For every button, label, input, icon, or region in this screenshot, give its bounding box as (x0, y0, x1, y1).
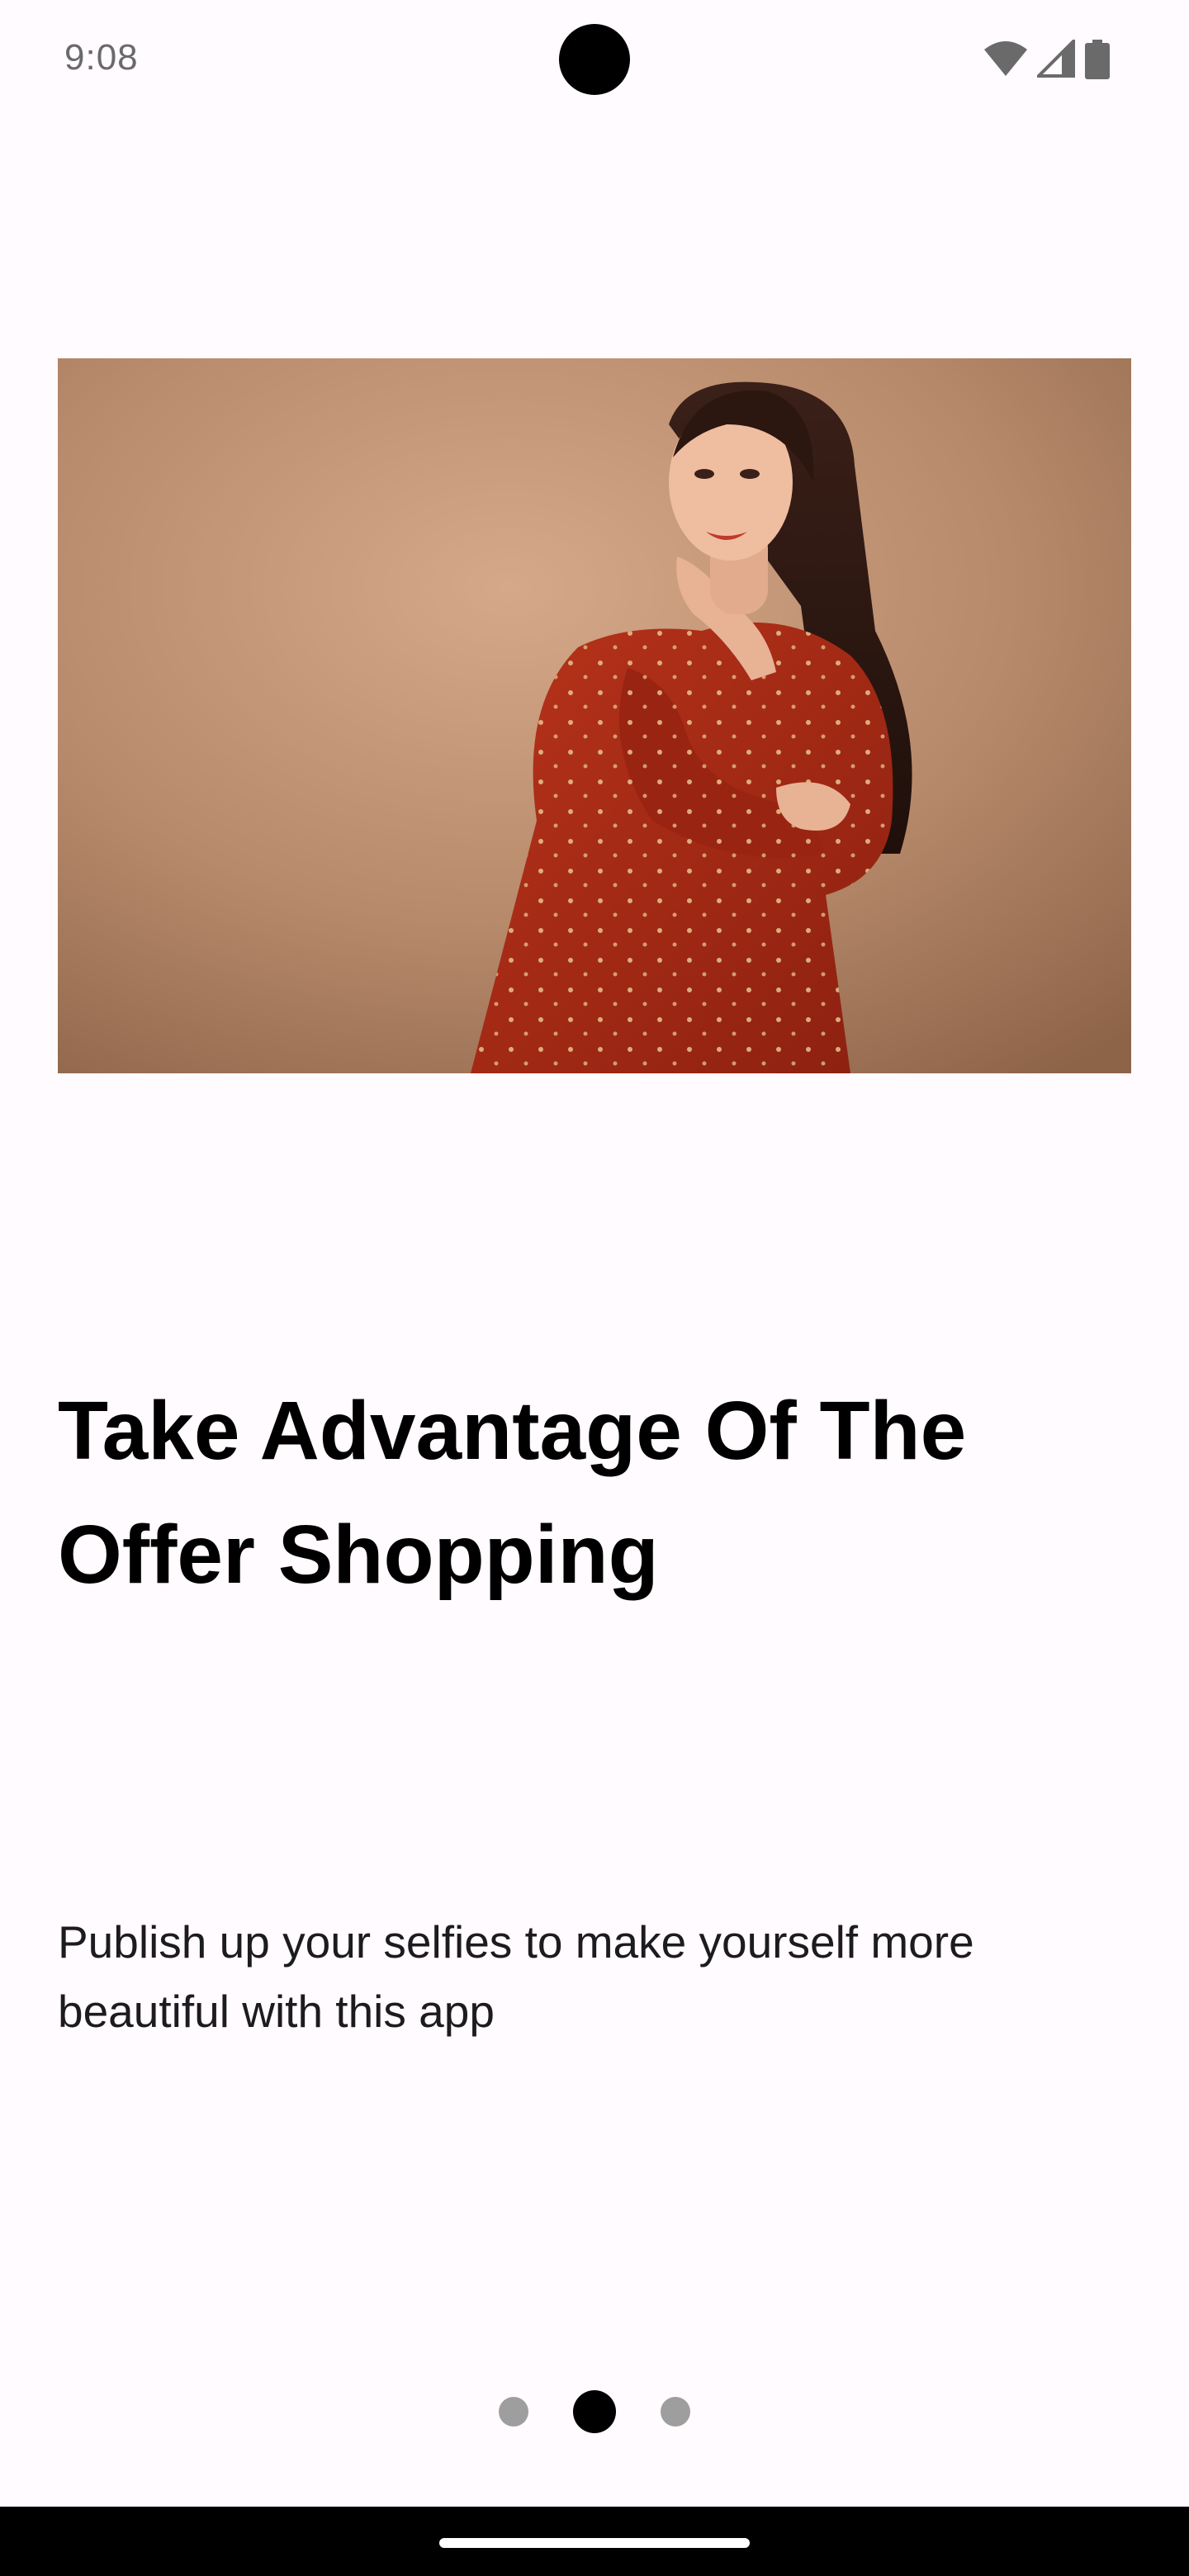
onboarding-title: Take Advantage Of The Offer Shopping (58, 1385, 967, 1601)
cellular-signal-icon (1035, 37, 1077, 79)
page-indicator-dot-1[interactable] (499, 2397, 528, 2427)
system-navigation-bar (0, 2507, 1189, 2576)
onboarding-description: Publish up your selfies to make yourself… (58, 1916, 974, 2037)
wifi-icon (983, 40, 1029, 79)
page-indicator-dot-3[interactable] (661, 2397, 690, 2427)
page-indicator (0, 2386, 1189, 2436)
home-gesture-handle[interactable] (439, 2538, 750, 2548)
battery-icon (1085, 40, 1110, 79)
status-time: 9:08 (64, 37, 139, 78)
hero-image (58, 358, 1131, 1073)
camera-cutout (559, 24, 630, 95)
page-indicator-dot-2-active[interactable] (573, 2390, 616, 2433)
status-icons (983, 37, 1110, 79)
status-bar: 9:08 (0, 0, 1189, 116)
